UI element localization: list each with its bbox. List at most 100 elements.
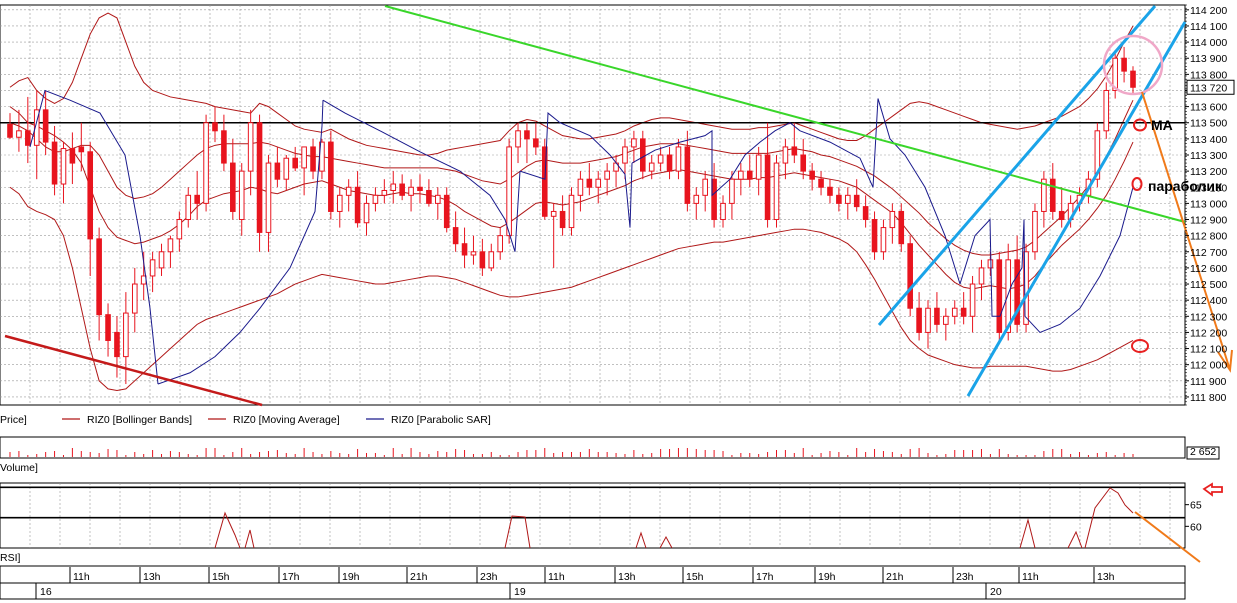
candle-body bbox=[1103, 89, 1110, 132]
rsi-frame bbox=[0, 482, 1186, 549]
hour-label: 15h bbox=[212, 571, 230, 583]
candle-body bbox=[185, 194, 192, 221]
candle-body bbox=[738, 170, 744, 180]
candle bbox=[256, 114, 263, 252]
candle-body bbox=[381, 189, 388, 196]
y-tick-label: 112 300 bbox=[1190, 311, 1227, 323]
candle-body bbox=[586, 178, 593, 188]
candle bbox=[203, 114, 209, 212]
candle-body bbox=[238, 170, 245, 221]
candle-body bbox=[87, 151, 94, 240]
rsi-arrow-icon bbox=[1202, 482, 1223, 497]
candle-body bbox=[51, 141, 58, 185]
candle bbox=[996, 251, 1003, 341]
candle-body bbox=[390, 183, 397, 191]
y-tick-label: 112 900 bbox=[1190, 215, 1227, 227]
candle-body bbox=[844, 194, 851, 204]
candle-body bbox=[907, 243, 913, 309]
candle-body bbox=[461, 243, 468, 256]
candle-body bbox=[194, 194, 200, 204]
candle-body bbox=[42, 109, 49, 143]
y-tick-label: 113 000 bbox=[1190, 198, 1227, 210]
candle-body bbox=[506, 146, 512, 237]
candle-body bbox=[426, 189, 432, 204]
candle-body bbox=[78, 146, 85, 153]
day-label: 20 bbox=[990, 586, 1002, 598]
candle-body bbox=[764, 154, 771, 221]
candle-body bbox=[916, 307, 922, 333]
candle-body bbox=[969, 283, 976, 317]
volume-last-value: 2 652 bbox=[1190, 446, 1216, 458]
hour-label: 13h bbox=[1097, 571, 1115, 583]
candle-body bbox=[203, 122, 209, 204]
candle-body bbox=[898, 210, 905, 245]
candle-body bbox=[925, 307, 931, 333]
volume-label: Volume] bbox=[0, 462, 38, 474]
rsi-tick-label: 65 bbox=[1190, 500, 1202, 512]
candle-body bbox=[604, 170, 610, 180]
y-tick-label: 112 800 bbox=[1190, 231, 1227, 243]
y-tick-label: 112 100 bbox=[1190, 344, 1227, 356]
candle-body bbox=[559, 210, 566, 229]
candle-body bbox=[158, 251, 165, 269]
candle-body bbox=[827, 186, 833, 196]
hour-label: 17h bbox=[756, 571, 774, 583]
candle-body bbox=[256, 122, 263, 233]
hour-label: 17h bbox=[282, 571, 300, 583]
candle-body bbox=[791, 146, 798, 156]
candle-body bbox=[25, 130, 31, 146]
candle-body bbox=[524, 130, 530, 140]
candle-body bbox=[363, 202, 370, 224]
candle-body bbox=[354, 186, 361, 224]
legend-ma: RIZ0 [Moving Average] bbox=[233, 414, 340, 426]
candle-body bbox=[800, 154, 807, 172]
legend-price: Price] bbox=[0, 414, 27, 426]
candle-body bbox=[675, 146, 682, 172]
candle-body bbox=[996, 259, 1003, 333]
y-tick-label: 112 000 bbox=[1190, 360, 1227, 372]
y-tick-label: 112 400 bbox=[1190, 295, 1227, 307]
candle-body bbox=[176, 219, 183, 240]
candle-body bbox=[479, 251, 486, 269]
hour-label: 19h bbox=[818, 571, 836, 583]
candle-body bbox=[622, 146, 628, 164]
candle-body bbox=[943, 315, 949, 325]
candle-body bbox=[568, 194, 575, 229]
candle-body bbox=[640, 138, 646, 172]
legend-bollinger: RIZ0 [Bollinger Bands] bbox=[87, 414, 192, 426]
last-price-label: 113 720 bbox=[1190, 82, 1227, 94]
y-tick-label: 112 500 bbox=[1190, 279, 1227, 291]
volume-frame bbox=[0, 436, 1186, 459]
y-tick-label: 113 500 bbox=[1190, 118, 1227, 130]
candle-body bbox=[1058, 210, 1065, 221]
candle-body bbox=[951, 307, 958, 317]
candle-body bbox=[818, 178, 824, 188]
y-tick-label: 112 700 bbox=[1190, 247, 1227, 259]
candle-body bbox=[292, 157, 299, 169]
candle-body bbox=[123, 312, 129, 358]
candle-body bbox=[167, 238, 174, 253]
hour-label: 21h bbox=[410, 571, 428, 583]
y-tick-label: 111 900 bbox=[1190, 376, 1227, 388]
candle-body bbox=[435, 194, 441, 204]
candle-body bbox=[782, 146, 789, 164]
rsi-label: RSI] bbox=[0, 552, 21, 564]
y-tick-label: 113 600 bbox=[1190, 102, 1227, 114]
day-label: 19 bbox=[514, 586, 526, 598]
y-tick-label: 113 300 bbox=[1190, 150, 1227, 162]
candle-body bbox=[7, 123, 13, 138]
hour-label: 21h bbox=[886, 571, 904, 583]
candle-body bbox=[1049, 178, 1056, 212]
candle-body bbox=[399, 183, 405, 196]
y-tick-label: 113 200 bbox=[1190, 166, 1227, 178]
candle-body bbox=[1130, 70, 1136, 88]
y-tick-label: 112 600 bbox=[1190, 263, 1227, 275]
candle bbox=[1103, 82, 1110, 139]
candle-body bbox=[96, 238, 102, 316]
candle-body bbox=[247, 122, 254, 172]
candle-body bbox=[336, 194, 343, 212]
ma-annotation: MA bbox=[1151, 117, 1173, 133]
candle-body bbox=[452, 227, 459, 245]
candle-body bbox=[702, 178, 708, 196]
hour-label: 23h bbox=[480, 571, 498, 583]
